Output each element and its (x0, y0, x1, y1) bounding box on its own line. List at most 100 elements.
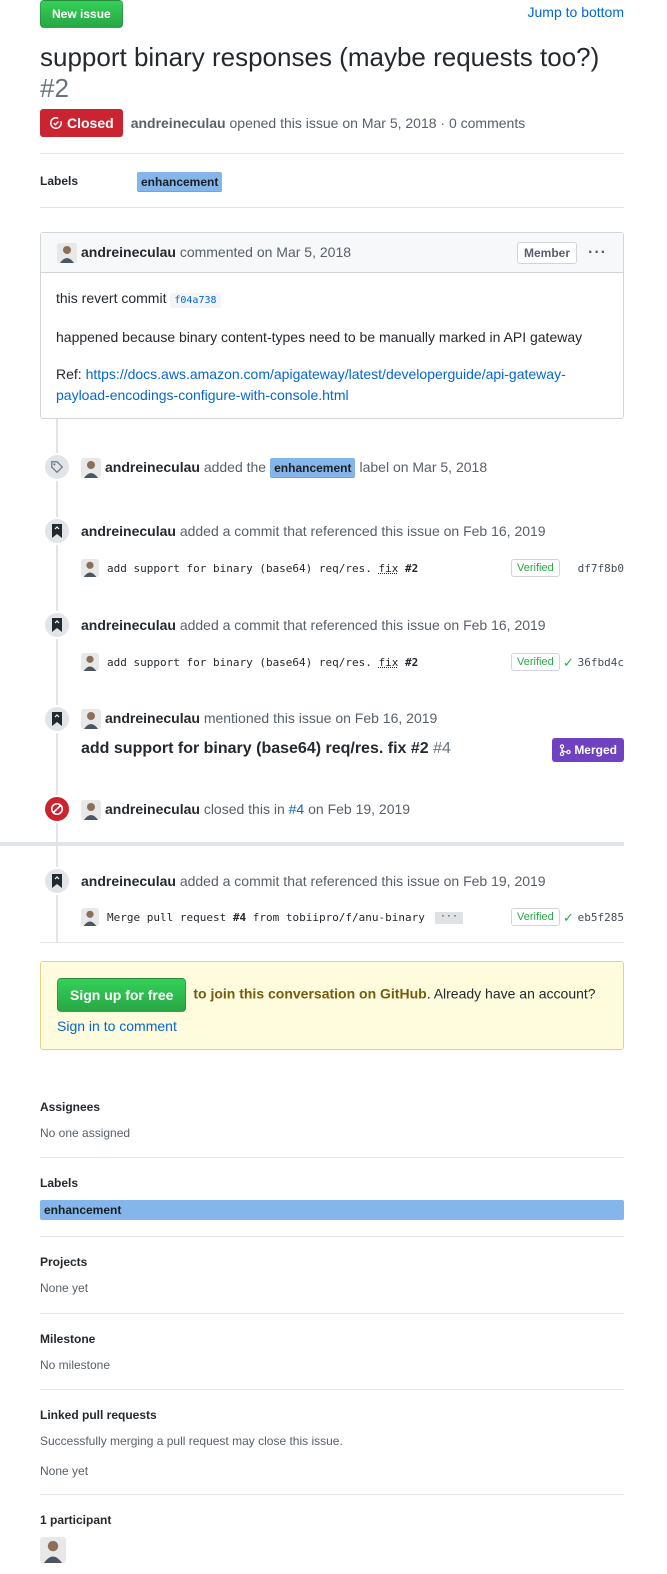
mention-event: andreineculau mentioned this issue on Fe… (81, 708, 437, 729)
issue-opened-meta: andreineculau opened this issue on Mar 5… (131, 113, 526, 134)
ref-link[interactable]: https://docs.aws.amazon.com/apigateway/l… (56, 366, 566, 403)
avatar[interactable] (81, 653, 99, 671)
ref-prefix: Ref: (56, 366, 82, 382)
divider (40, 1157, 624, 1158)
event-text: label on Mar 5, 2018 (359, 459, 488, 475)
event-author[interactable]: andreineculau (105, 799, 200, 820)
event-text: added a commit that referenced this issu… (179, 523, 546, 539)
issue-number: #2 (40, 73, 69, 103)
commit-sha-link[interactable]: eb5f285 (578, 910, 624, 927)
sidebar-assignees: Assignees No one assigned (40, 1098, 624, 1142)
bookmark-icon-badge (43, 867, 71, 895)
sidebar-value: None yet (40, 1281, 89, 1295)
commit-fix-word[interactable]: fix (379, 562, 399, 575)
event-text: on Feb 19, 2019 (308, 801, 411, 817)
sidebar-heading[interactable]: Projects (40, 1253, 624, 1271)
sidebar-value: No one assigned (40, 1126, 131, 1140)
event-author[interactable]: andreineculau (105, 708, 200, 729)
kebab-horizontal-icon[interactable]: ··· (588, 241, 607, 265)
pr-title-text[interactable]: add support for binary (base64) req/res.… (81, 740, 429, 757)
sidebar-projects: Projects None yet (40, 1253, 624, 1297)
avatar[interactable] (81, 457, 101, 478)
jump-to-bottom-link[interactable]: Jump to bottom (528, 2, 625, 23)
event-text: mentioned this issue on Feb 16, 2019 (203, 710, 438, 726)
verified-badge[interactable]: Verified (511, 653, 560, 671)
event-author[interactable]: andreineculau (105, 457, 200, 478)
sidebar-heading[interactable]: Milestone (40, 1330, 624, 1348)
commit-row: add support for binary (base64) req/res.… (81, 653, 624, 673)
verified-badge[interactable]: Verified (511, 559, 560, 577)
pr-ref-link[interactable]: #4 (233, 911, 246, 924)
sign-up-button[interactable]: Sign up for free (57, 978, 187, 1012)
avatar[interactable] (81, 559, 99, 577)
sidebar-heading[interactable]: Labels (40, 1174, 624, 1192)
avatar[interactable] (57, 243, 77, 263)
bookmark-icon-badge (43, 705, 71, 733)
commit-message-text[interactable]: add support for binary (base64) req/res. (107, 656, 372, 669)
commit-sha-link[interactable]: f04a738 (170, 293, 221, 308)
event-author[interactable]: andreineculau (81, 871, 176, 892)
comment-body: this revert commit f04a738 happened beca… (41, 273, 623, 437)
pr-number[interactable]: #4 (433, 740, 451, 757)
divider (40, 1494, 624, 1495)
pr-ref-link[interactable]: #4 (289, 799, 305, 820)
labels-row: Labels enhancement (40, 170, 624, 194)
issue-ref-link[interactable]: #2 (405, 656, 418, 669)
issue-header-actions: New issue Jump to bottom (40, 0, 624, 28)
circle-slash-icon (50, 802, 64, 816)
avatar[interactable] (81, 908, 99, 926)
expand-commit-button[interactable]: ··· (434, 912, 463, 924)
commit-fix-word[interactable]: fix (379, 656, 399, 669)
comment-text: this revert commit (56, 290, 167, 306)
check-icon[interactable]: ✓ (563, 654, 574, 674)
signup-strong-text: to join this conversation on GitHub (193, 985, 427, 1002)
commit-message[interactable]: Merge pull request #4 from tobiipro/f/an… (107, 910, 463, 927)
sidebar-description: Successfully merging a pull request may … (40, 1434, 343, 1448)
commit-message-text[interactable]: Merge pull request (107, 911, 226, 924)
event-author[interactable]: andreineculau (81, 521, 176, 542)
check-icon[interactable]: ✓ (563, 909, 574, 929)
divider (40, 1389, 624, 1390)
sidebar-heading[interactable]: Linked pull requests (40, 1406, 624, 1424)
comment-author-line: andreineculau commented on Mar 5, 2018 (81, 242, 351, 263)
label-enhancement[interactable]: enhancement (270, 457, 356, 478)
commit-sha-link[interactable]: 36fbd4c (578, 655, 624, 672)
commit-sha-link[interactable]: df7f8b0 (578, 561, 624, 578)
event-author[interactable]: andreineculau (81, 615, 176, 636)
commit-event: andreineculau added a commit that refere… (81, 521, 546, 542)
circle-slash-icon-badge (43, 795, 71, 823)
sidebar-value: No milestone (40, 1358, 111, 1372)
issue-ref-link[interactable]: #2 (405, 562, 418, 575)
comment-action[interactable]: commented on Mar 5, 2018 (180, 244, 351, 260)
pr-title-link[interactable]: add support for binary (base64) req/res.… (81, 737, 451, 761)
commit-message[interactable]: add support for binary (base64) req/res.… (107, 655, 418, 672)
new-issue-button[interactable]: New issue (40, 0, 123, 28)
commit-event: andreineculau added a commit that refere… (81, 615, 546, 636)
sign-in-link[interactable]: Sign in to comment (57, 1018, 177, 1034)
commit-message[interactable]: add support for binary (base64) req/res.… (107, 561, 418, 578)
commit-message-text[interactable]: from tobiipro/f/anu-binary (253, 911, 425, 924)
issue-closed-icon (50, 116, 63, 129)
comment-author[interactable]: andreineculau (81, 244, 176, 260)
label-enhancement[interactable]: enhancement (40, 1200, 624, 1220)
verified-badge[interactable]: Verified (511, 908, 560, 926)
commit-message-text[interactable]: add support for binary (base64) req/res. (107, 562, 372, 575)
sidebar-heading[interactable]: Assignees (40, 1098, 624, 1116)
commit-row: Merge pull request #4 from tobiipro/f/an… (81, 908, 624, 928)
event-text: added the (203, 459, 267, 475)
divider (40, 207, 624, 208)
label-enhancement[interactable]: enhancement (137, 172, 223, 192)
avatar[interactable] (81, 799, 101, 820)
bookmark-icon-badge (43, 611, 71, 639)
sidebar-linked-prs: Linked pull requests Successfully mergin… (40, 1406, 624, 1480)
issue-page: New issue Jump to bottom support binary … (0, 0, 667, 1574)
signup-prompt: Sign up for free to join this conversati… (40, 961, 624, 1050)
participant-avatar[interactable] (40, 1537, 66, 1563)
divider (40, 1236, 624, 1237)
state-label: Closed (67, 114, 114, 131)
labels-row-title: Labels (40, 174, 79, 188)
avatar[interactable] (81, 708, 101, 729)
event-text: added a commit that referenced this issu… (179, 873, 546, 889)
issue-author-link[interactable]: andreineculau (131, 115, 226, 131)
divider (40, 153, 624, 154)
